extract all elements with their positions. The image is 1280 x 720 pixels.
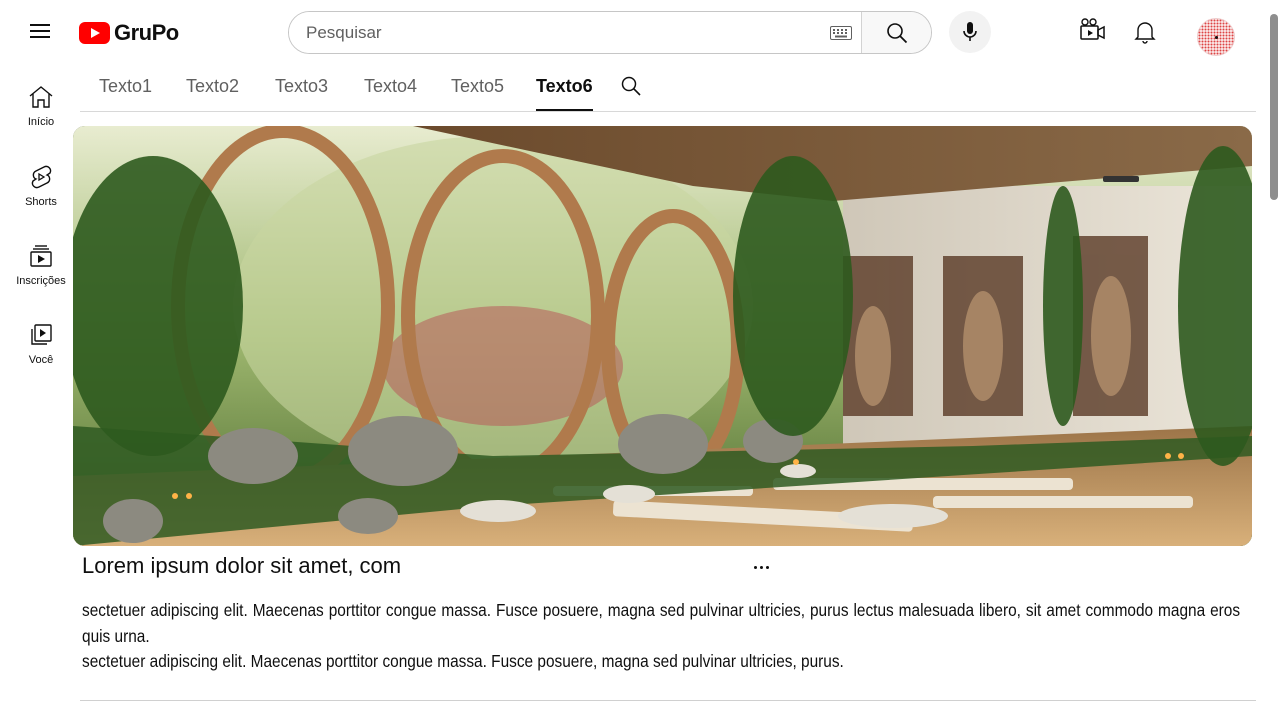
sidebar-item-inicio[interactable]: Início: [0, 70, 82, 130]
channel-tabs: Texto1 Texto2 Texto3 Texto4 Texto5 Texto…: [80, 64, 1256, 112]
divider: [80, 700, 1256, 701]
sidebar-item-shorts[interactable]: Shorts: [0, 150, 82, 210]
microphone-icon: [963, 22, 977, 41]
sidebar-item-label: Você: [28, 354, 54, 366]
search-box: [288, 11, 932, 54]
post-body: sectetuer adipiscing elit. Maecenas port…: [82, 598, 1240, 675]
sidebar-item-label: Inscrições: [16, 275, 66, 287]
logo[interactable]: GruPo: [79, 20, 179, 46]
top-bar: GruPo: [0, 0, 1280, 64]
tab-texto1[interactable]: Texto1: [99, 76, 152, 111]
tab-search-icon[interactable]: [620, 75, 644, 99]
post-body-paragraph-1: sectetuer adipiscing elit. Maecenas port…: [82, 600, 1241, 646]
keyboard-icon[interactable]: [821, 12, 861, 53]
avatar[interactable]: [1197, 18, 1235, 56]
tab-texto6[interactable]: Texto6: [536, 76, 593, 111]
search-icon: [886, 22, 907, 43]
sidebar-item-inscricoes[interactable]: Inscrições: [0, 229, 82, 289]
notifications-bell-icon[interactable]: [1132, 19, 1158, 45]
play-logo-icon: [79, 22, 110, 44]
tab-texto2[interactable]: Texto2: [186, 76, 239, 111]
more-options-icon[interactable]: [748, 556, 774, 578]
search-button[interactable]: [861, 12, 931, 53]
sidebar-item-voce[interactable]: Você: [0, 308, 82, 368]
sidebar-item-label: Início: [27, 116, 55, 128]
you-library-icon: [31, 324, 52, 345]
voice-search-button[interactable]: [949, 11, 991, 53]
tab-texto4[interactable]: Texto4: [364, 76, 417, 111]
tab-texto5[interactable]: Texto5: [451, 76, 504, 111]
home-icon: [29, 86, 53, 108]
post-title: Lorem ipsum dolor sit amet, com: [82, 553, 402, 578]
post-image[interactable]: [73, 126, 1252, 546]
menu-icon[interactable]: [24, 20, 56, 44]
shorts-icon: [31, 165, 52, 189]
tab-texto3[interactable]: Texto3: [275, 76, 328, 111]
create-video-icon[interactable]: [1078, 16, 1106, 44]
subscriptions-icon: [30, 245, 52, 267]
search-input[interactable]: [289, 12, 821, 53]
sidebar-item-label: Shorts: [25, 196, 57, 208]
logo-text: GruPo: [114, 20, 179, 45]
post-body-paragraph-2: sectetuer adipiscing elit. Maecenas port…: [82, 651, 844, 671]
scrollbar-thumb[interactable]: [1270, 14, 1278, 200]
